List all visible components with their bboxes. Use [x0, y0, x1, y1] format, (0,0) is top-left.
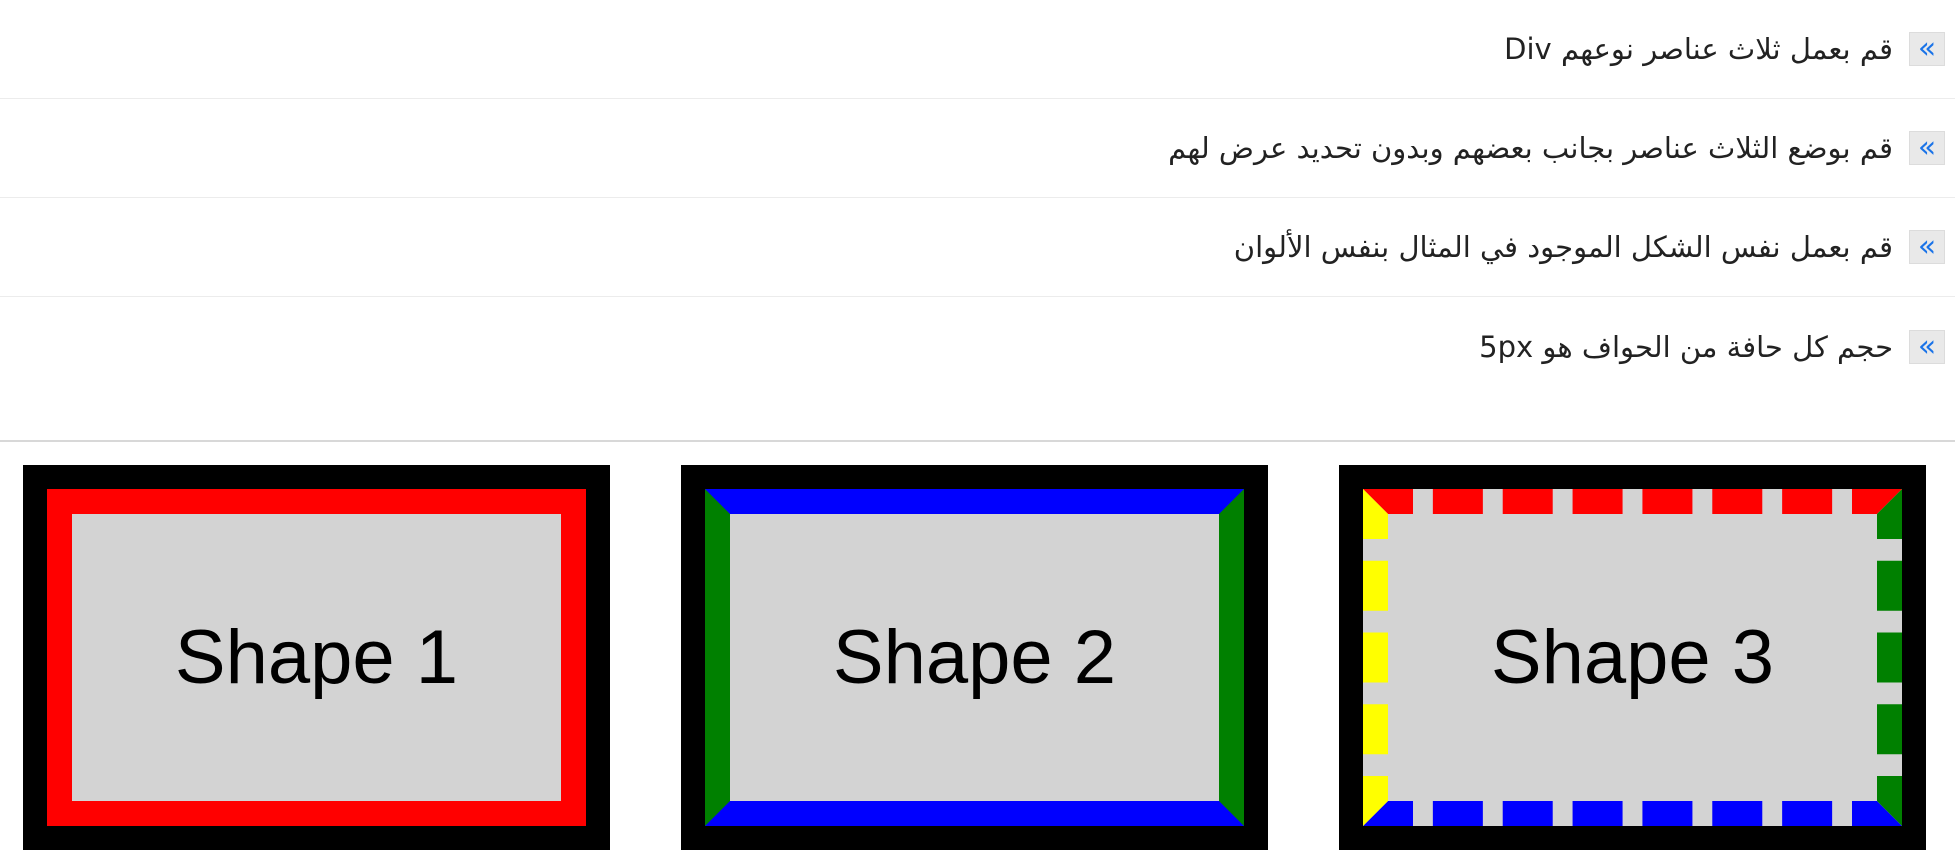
shape-1-label: Shape 1 — [174, 615, 459, 700]
section-divider — [0, 440, 1955, 442]
double-chevron-left-icon: « — [1909, 230, 1945, 264]
double-chevron-left-icon: « — [1909, 131, 1945, 165]
instruction-text-4: حجم كل حافة من الحواف هو 5px — [1479, 329, 1893, 364]
shape-1-box: Shape 1 — [23, 465, 610, 850]
instruction-item-3: « قم بعمل نفس الشكل الموجود في المثال بن… — [0, 198, 1955, 297]
shape-3-bordered-area: Shape 3 — [1363, 489, 1902, 826]
instruction-text-1: قم بعمل ثلاث عناصر نوعهم Div — [1504, 32, 1893, 66]
shape-1-bordered-area: Shape 1 — [47, 489, 586, 826]
instruction-item-2: « قم بوضع الثلاث عناصر بجانب بعضهم وبدون… — [0, 99, 1955, 198]
shape-3-box: Shape 3 — [1339, 465, 1926, 850]
shape-2-bordered-area: Shape 2 — [705, 489, 1244, 826]
shape-2-label: Shape 2 — [832, 615, 1117, 700]
instruction-list: « قم بعمل ثلاث عناصر نوعهم Div « قم بوضع… — [0, 0, 1955, 396]
double-chevron-left-icon: « — [1909, 329, 1945, 364]
double-chevron-left-icon: « — [1909, 32, 1945, 66]
instruction-item-1: « قم بعمل ثلاث عناصر نوعهم Div — [0, 0, 1955, 99]
instruction-item-4: « حجم كل حافة من الحواف هو 5px — [0, 297, 1955, 396]
shape-3-label: Shape 3 — [1490, 615, 1775, 700]
shape-2-box: Shape 2 — [681, 465, 1268, 850]
instruction-text-2: قم بوضع الثلاث عناصر بجانب بعضهم وبدون ت… — [1168, 131, 1893, 165]
instruction-text-3: قم بعمل نفس الشكل الموجود في المثال بنفس… — [1233, 230, 1893, 264]
